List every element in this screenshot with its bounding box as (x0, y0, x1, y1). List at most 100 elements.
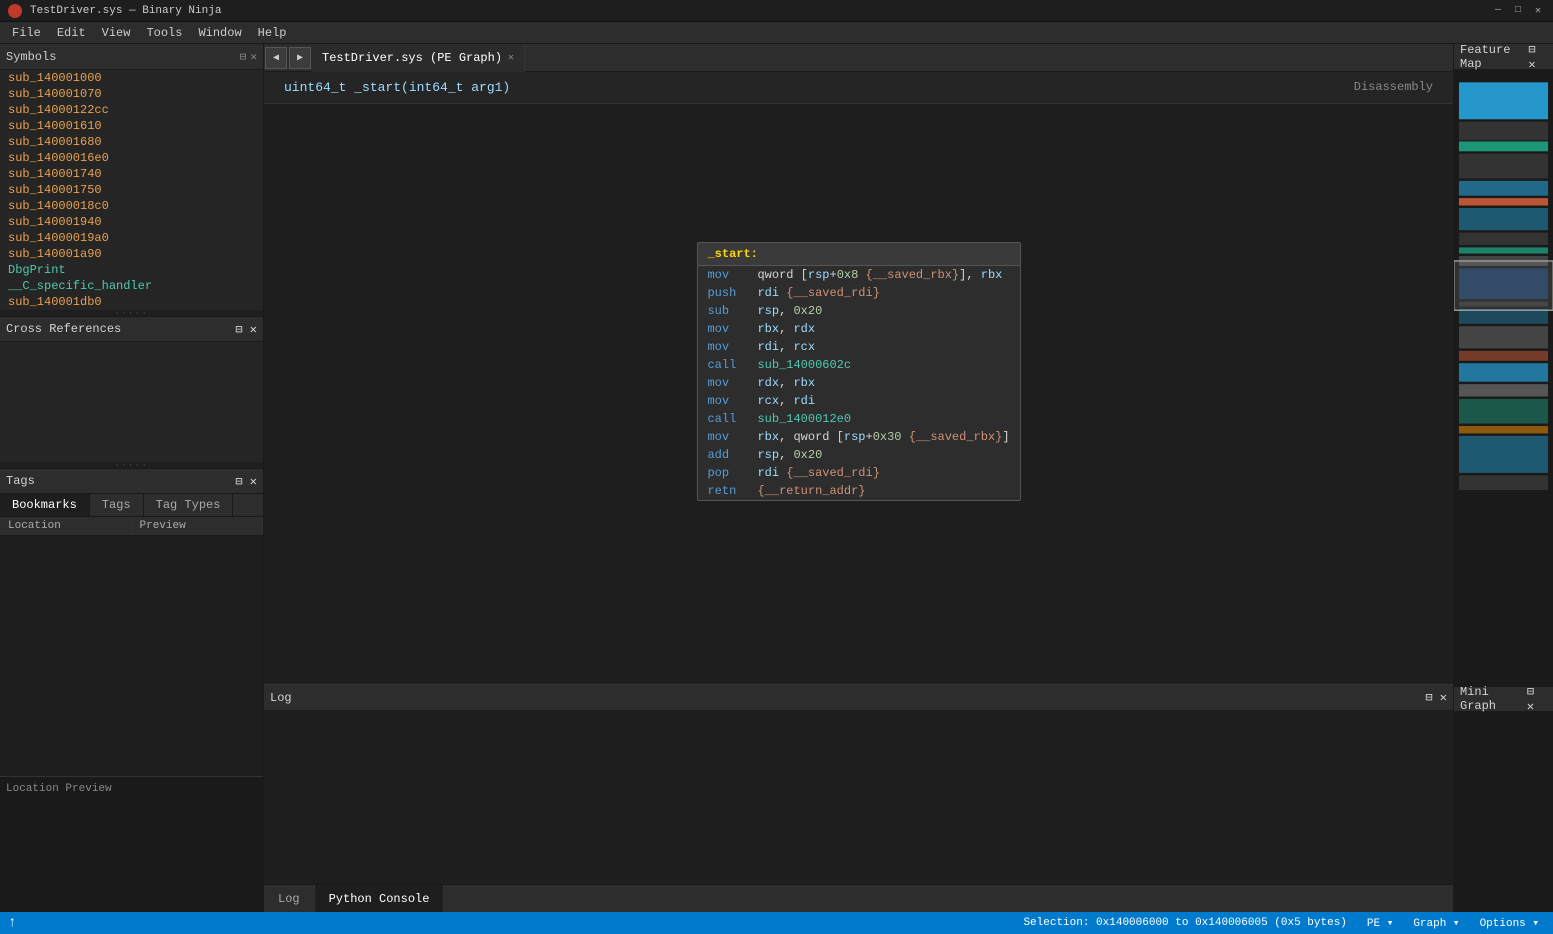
symbols-list[interactable]: sub_140001000sub_140001070sub_14000122cc… (0, 70, 263, 310)
asm-row[interactable]: subrsp, 0x20 (697, 302, 1019, 320)
graph-area[interactable]: uint64_t _start(int64_t arg1) Disassembl… (264, 72, 1453, 684)
tags-minimize-icon[interactable]: ⊟ (235, 475, 242, 489)
symbols-title: Symbols (6, 50, 56, 64)
menu-item-view[interactable]: View (94, 24, 139, 42)
symbol-item[interactable]: __C_specific_handler (0, 278, 263, 294)
menu-item-help[interactable]: Help (250, 24, 295, 42)
asm-row[interactable]: movrdx, rbx (697, 374, 1019, 392)
menu-item-file[interactable]: File (4, 24, 49, 42)
minimize-button[interactable]: — (1491, 4, 1505, 18)
asm-row[interactable]: movrdi, rcx (697, 338, 1019, 356)
function-header: uint64_t _start(int64_t arg1) (264, 72, 1453, 104)
tags-body (0, 536, 263, 776)
asm-operands: rcx, rdi (757, 394, 815, 408)
symbol-item[interactable]: sub_140001680 (0, 134, 263, 150)
crossref-controls: ⊟ ✕ (235, 322, 257, 337)
symbols-header: Symbols ⊟ ✕ (0, 44, 263, 70)
tags-controls: ⊟ ✕ (235, 474, 257, 489)
status-arrow-icon[interactable]: ↑ (8, 915, 16, 931)
asm-operands: rdx, rbx (757, 376, 815, 390)
bottom-tab-log[interactable]: Log (264, 885, 315, 912)
asm-mnemonic: call (707, 412, 757, 426)
asm-operands: rbx, rdx (757, 322, 815, 336)
tags-col-location: Location (0, 517, 132, 535)
crossref-minimize-icon[interactable]: ⊟ (235, 323, 242, 337)
symbol-item[interactable]: sub_14000018c0 (0, 198, 263, 214)
symbol-item[interactable]: sub_140001a90 (0, 246, 263, 262)
symbol-item[interactable]: sub_140001610 (0, 118, 263, 134)
asm-operands: rdi {__saved_rdi} (757, 286, 879, 300)
asm-mnemonic: mov (707, 376, 757, 390)
right-panel: Feature Map ⊟ ✕ (1453, 44, 1553, 912)
asm-row[interactable]: callsub_1400012e0 (697, 410, 1019, 428)
symbol-item[interactable]: sub_140001000 (0, 70, 263, 86)
log-panel: Log ⊟ ✕ (264, 684, 1453, 884)
location-preview-label: Location Preview (6, 783, 112, 795)
disasm-label: Disassembly (1354, 80, 1433, 94)
tab-bar: ◀ ▶ TestDriver.sys (PE Graph) ✕ (264, 44, 1453, 72)
symbol-item[interactable]: DbgPrint (0, 262, 263, 278)
tags-close-icon[interactable]: ✕ (250, 475, 257, 489)
menubar: FileEditViewToolsWindowHelp (0, 22, 1553, 44)
asm-mnemonic: mov (707, 430, 757, 444)
graph-tab[interactable]: TestDriver.sys (PE Graph) ✕ (312, 44, 525, 72)
window-title: TestDriver.sys — Binary Ninja (30, 5, 221, 17)
log-minimize-icon[interactable]: ⊟ (1425, 691, 1432, 705)
symbol-item[interactable]: sub_14000122cc (0, 102, 263, 118)
status-graph[interactable]: Graph ▾ (1407, 916, 1465, 930)
status-right: Selection: 0x140006000 to 0x140006005 (0… (1017, 916, 1545, 930)
mini-graph-minimize-icon[interactable]: ⊟ (1527, 685, 1534, 699)
tags-header: Tags ⊟ ✕ (0, 468, 263, 494)
asm-row[interactable]: movrcx, rdi (697, 392, 1019, 410)
status-selection: Selection: 0x140006000 to 0x140006005 (0… (1017, 917, 1352, 929)
tab-close-icon[interactable]: ✕ (508, 52, 514, 64)
crossref-close-icon[interactable]: ✕ (250, 323, 257, 337)
asm-row[interactable]: addrsp, 0x20 (697, 446, 1019, 464)
status-options[interactable]: Options ▾ (1474, 916, 1545, 930)
feature-map-minimize-icon[interactable]: ⊟ (1528, 44, 1535, 57)
mini-graph-title: Mini Graph (1460, 685, 1527, 713)
symbols-minimize-icon[interactable]: ⊟ (240, 50, 247, 64)
asm-row[interactable]: movrbx, qword [rsp+0x30 {__saved_rbx}] (697, 428, 1019, 446)
asm-operands: sub_14000602c (757, 358, 851, 372)
asm-operands: qword [rsp+0x8 {__saved_rbx}], rbx (757, 268, 1002, 282)
asm-row[interactable]: movqword [rsp+0x8 {__saved_rbx}], rbx (697, 266, 1019, 284)
mini-graph-body (1454, 712, 1553, 912)
bottom-tab-python-console[interactable]: Python Console (315, 885, 445, 912)
main-layout: Symbols ⊟ ✕ sub_140001000sub_140001070su… (0, 44, 1553, 912)
back-button[interactable]: ◀ (265, 47, 287, 69)
forward-button[interactable]: ▶ (289, 47, 311, 69)
symbol-item[interactable]: sub_140001070 (0, 86, 263, 102)
asm-row[interactable]: callsub_14000602c (697, 356, 1019, 374)
asm-row[interactable]: movrbx, rdx (697, 320, 1019, 338)
maximize-button[interactable]: □ (1511, 4, 1525, 18)
asm-mnemonic: sub (707, 304, 757, 318)
asm-operands: rsp, 0x20 (757, 448, 822, 462)
symbol-item[interactable]: sub_14000016e0 (0, 150, 263, 166)
log-body (264, 711, 1453, 884)
tags-columns: Location Preview (0, 517, 263, 536)
tab-bookmarks[interactable]: Bookmarks (0, 494, 90, 516)
asm-operands: rdi, rcx (757, 340, 815, 354)
symbols-close-icon[interactable]: ✕ (250, 50, 257, 64)
status-pe[interactable]: PE ▾ (1361, 916, 1399, 930)
symbol-item[interactable]: sub_140001750 (0, 182, 263, 198)
app-icon (8, 4, 22, 18)
asm-row[interactable]: pushrdi {__saved_rdi} (697, 284, 1019, 302)
asm-operands: {__return_addr} (757, 484, 865, 498)
crossref-body (0, 342, 263, 462)
menu-item-edit[interactable]: Edit (49, 24, 94, 42)
tab-tags[interactable]: Tags (90, 494, 144, 516)
asm-row[interactable]: poprdi {__saved_rdi} (697, 464, 1019, 482)
log-close-icon[interactable]: ✕ (1440, 691, 1447, 705)
symbol-item[interactable]: sub_14000019a0 (0, 230, 263, 246)
symbol-item[interactable]: sub_140001940 (0, 214, 263, 230)
tab-tag-types[interactable]: Tag Types (144, 494, 234, 516)
menu-item-window[interactable]: Window (190, 24, 249, 42)
window-controls: — □ ✕ (1491, 4, 1545, 18)
asm-row[interactable]: retn{__return_addr} (697, 482, 1019, 500)
asm-mnemonic: mov (707, 322, 757, 336)
menu-item-tools[interactable]: Tools (138, 24, 190, 42)
symbol-item[interactable]: sub_140001740 (0, 166, 263, 182)
close-button[interactable]: ✕ (1531, 4, 1545, 18)
